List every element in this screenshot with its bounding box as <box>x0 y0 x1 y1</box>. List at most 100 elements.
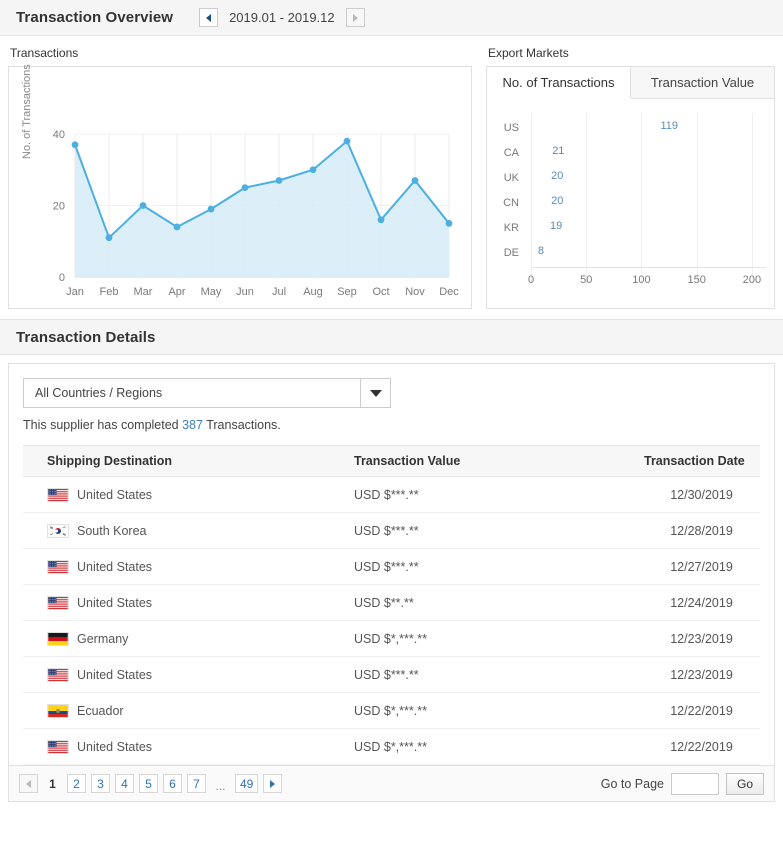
period-selector: 2019.01 - 2019.12 <box>199 8 365 27</box>
page-link[interactable]: 49 <box>235 774 259 793</box>
charts-row: Transactions No. of Transactions 0 20 40 Ja… <box>0 36 783 309</box>
page-link[interactable]: 4 <box>115 774 134 793</box>
flag-us-icon <box>47 667 69 682</box>
cell-transaction-date: 12/24/2019 <box>643 584 760 621</box>
bar-row[interactable]: CA 21 <box>487 145 768 160</box>
flag-us-icon <box>47 559 69 574</box>
cell-shipping-destination: United States <box>23 584 353 621</box>
transactions-chart-box: No. of Transactions 0 20 40 Jan Feb Mar Apr May… <box>8 64 472 309</box>
bar-category-label: CN <box>503 197 519 209</box>
svg-text:Sep: Sep <box>337 286 357 298</box>
page-prev-button[interactable] <box>19 774 38 793</box>
destination-wrap: United States <box>47 595 352 610</box>
cell-transaction-value: USD $***.** <box>353 512 643 549</box>
country-region-filter[interactable]: All Countries / Regions <box>23 378 391 408</box>
country-region-filter-arrow[interactable] <box>360 379 390 407</box>
table-row[interactable]: United States USD $**.** 12/24/2019 <box>23 584 760 621</box>
table-row[interactable]: South Korea USD $***.** 12/28/2019 <box>23 512 760 549</box>
tab-no-of-transactions[interactable]: No. of Transactions <box>487 67 631 99</box>
svg-text:Jun: Jun <box>236 286 254 298</box>
destination-wrap: United States <box>47 559 352 574</box>
destination-label: Ecuador <box>77 703 124 718</box>
column-transaction-date: Transaction Date <box>643 445 760 477</box>
destination-label: United States <box>77 739 153 754</box>
destination-wrap: United States <box>47 739 352 754</box>
column-shipping-destination: Shipping Destination <box>23 445 353 477</box>
cell-transaction-date: 12/22/2019 <box>643 728 760 765</box>
summary-count[interactable]: 387 <box>182 418 203 432</box>
country-region-filter-value: All Countries / Regions <box>35 386 163 400</box>
page-link[interactable]: 6 <box>163 774 182 793</box>
period-next-button[interactable] <box>345 8 365 27</box>
page-title: Transaction Overview <box>16 9 174 26</box>
bar-x-tick: 100 <box>632 274 651 286</box>
cell-shipping-destination: United States <box>23 548 353 585</box>
flag-ec-icon <box>47 703 69 718</box>
bar-value-label: 20 <box>551 170 564 182</box>
transactions-line-chart: No. of Transactions 0 20 40 Jan Feb Mar Apr May… <box>9 64 471 308</box>
bar-value-label: 19 <box>549 220 563 232</box>
destination-wrap: United States <box>47 487 352 502</box>
bar-track: 20 <box>525 170 768 185</box>
cell-transaction-value: USD $***.** <box>353 548 643 585</box>
table-row[interactable]: United States USD $***.** 12/23/2019 <box>23 656 760 693</box>
page-link[interactable]: 3 <box>91 774 110 793</box>
page-link[interactable]: 5 <box>139 774 158 793</box>
bar-axis-baseline <box>531 267 766 268</box>
table-header-row: Shipping Destination Transaction Value T… <box>23 445 760 477</box>
table-row[interactable]: United States USD $***.** 12/27/2019 <box>23 548 760 585</box>
destination-label: South Korea <box>77 523 147 538</box>
period-prev-button[interactable] <box>199 8 219 27</box>
bar-value-label: 20 <box>551 195 564 207</box>
cell-shipping-destination: United States <box>23 476 353 513</box>
bar-value-label: 119 <box>660 120 678 132</box>
cell-transaction-date: 12/27/2019 <box>643 548 760 585</box>
export-markets-bar-chart: US 119 CA 21 UK 20 CN 20 KR 19 DE 8 0 50 100 150 200 <box>487 99 774 310</box>
column-transaction-value: Transaction Value <box>353 445 643 477</box>
table-row[interactable]: Ecuador USD $*,***.** 12/22/2019 <box>23 692 760 729</box>
page-next-button[interactable] <box>263 774 283 793</box>
go-button[interactable]: Go <box>725 772 764 795</box>
bar-x-tick: 150 <box>687 274 706 286</box>
bar-value-label: 21 <box>552 145 565 157</box>
cell-transaction-date: 12/23/2019 <box>643 620 760 657</box>
cell-transaction-value: USD $***.** <box>353 656 643 693</box>
svg-text:Nov: Nov <box>405 286 425 298</box>
flag-us-icon <box>47 595 69 610</box>
cell-transaction-value: USD $**.** <box>353 584 643 621</box>
bar-category-label: UK <box>503 172 519 184</box>
table-row[interactable]: United States USD $***.** 12/30/2019 <box>23 476 760 513</box>
bar-row[interactable]: CN 20 <box>487 195 768 210</box>
page-link[interactable]: 7 <box>187 774 206 793</box>
transaction-details-title: Transaction Details <box>16 328 156 346</box>
bar-category-label: DE <box>503 247 519 259</box>
transactions-table: Shipping Destination Transaction Value T… <box>23 445 760 765</box>
bar-row[interactable]: US 119 <box>487 120 768 135</box>
bar-row[interactable]: UK 20 <box>487 170 768 185</box>
destination-label: United States <box>77 559 153 574</box>
destination-label: Germany <box>77 631 129 646</box>
goto-page-input[interactable] <box>670 772 719 795</box>
bar-track: 20 <box>525 195 768 210</box>
svg-text:0: 0 <box>59 272 65 284</box>
summary-suffix: Transactions. <box>202 418 281 432</box>
flag-de-icon <box>47 631 69 646</box>
cell-transaction-date: 12/23/2019 <box>643 656 760 693</box>
page-link[interactable]: 2 <box>67 774 86 793</box>
bar-row[interactable]: DE 8 <box>487 245 768 260</box>
export-markets-caption: Export Markets <box>488 46 569 60</box>
table-row[interactable]: Germany USD $*,***.** 12/23/2019 <box>23 620 760 657</box>
destination-wrap: United States <box>47 667 352 682</box>
cell-transaction-value: USD $***.** <box>353 476 643 513</box>
cell-shipping-destination: United States <box>23 728 353 765</box>
triangle-left-icon <box>206 13 212 22</box>
summary-prefix: This supplier has completed <box>23 418 183 432</box>
triangle-right-icon <box>352 13 358 22</box>
bar-row[interactable]: KR 19 <box>487 220 768 235</box>
transactions-chart-panel: Transactions No. of Transactions 0 20 40 Ja… <box>8 46 478 309</box>
svg-text:Jan: Jan <box>66 286 84 298</box>
table-row[interactable]: United States USD $*,***.** 12/22/2019 <box>23 728 760 765</box>
page-ellipsis: ... <box>215 779 226 793</box>
destination-label: United States <box>77 487 153 502</box>
tab-transaction-value[interactable]: Transaction Value <box>631 67 774 99</box>
